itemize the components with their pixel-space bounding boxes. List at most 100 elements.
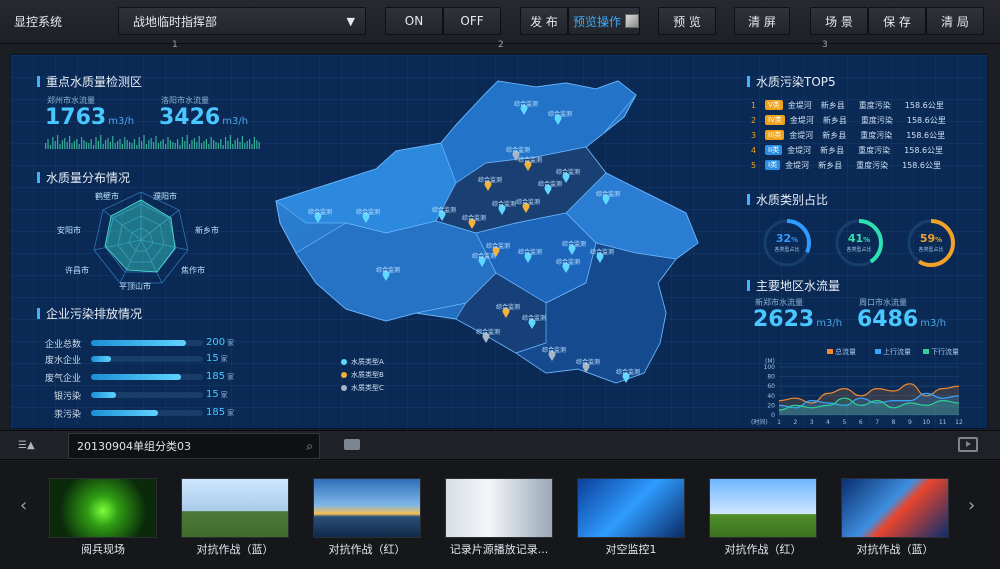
chart-xtick: 5 (843, 419, 847, 425)
map-marker-label: 综合监测 (548, 111, 573, 118)
chart-xlabel: (时间) (751, 418, 768, 425)
radar-label-xinxiang: 新乡市 (195, 226, 219, 235)
gallery-caption: 对抗作战（红） (724, 543, 802, 556)
chart-ytick: 40 (767, 393, 775, 400)
chart-xtick: 10 (922, 419, 930, 425)
map-marker-label: 综合监测 (518, 249, 543, 256)
preview-thumbnail-icon (625, 14, 639, 28)
search-box[interactable]: 20130904单组分类03 ⌕ (68, 433, 320, 459)
chart-ytick: 80 (767, 374, 775, 381)
top5-county: 新乡县 (818, 160, 843, 170)
top5-level: 重度污染 (860, 130, 893, 140)
command-post-select[interactable]: 战地临时指挥部 ▼ (118, 7, 366, 35)
gallery-thumbnail[interactable] (709, 478, 817, 538)
map-marker-label: 综合监测 (492, 201, 517, 208)
preview-operation-label: 预览操作 (573, 14, 622, 29)
map-marker-label: 综合监测 (506, 147, 531, 154)
gallery-thumbnail[interactable] (313, 478, 421, 538)
on-button[interactable]: ON (385, 7, 443, 35)
map-marker-label: 综合监测 (514, 101, 539, 108)
command-post-select-value: 战地临时指挥部 (133, 14, 218, 29)
emission-bar (91, 356, 203, 362)
chart-xtick: 11 (939, 419, 947, 425)
share-label: 各类型占比 (774, 247, 800, 253)
top5-rank: 2 (751, 115, 757, 125)
app-title: 显控系统 (14, 15, 63, 29)
gallery-next-icon[interactable]: › (968, 495, 975, 516)
gallery-thumbnail[interactable] (445, 478, 553, 538)
share-value: 59% (919, 232, 943, 245)
gallery-thumbnail[interactable] (841, 478, 949, 538)
search-icon[interactable]: ⌕ (306, 439, 313, 454)
map-marker-label: 综合监测 (562, 241, 587, 248)
gallery-caption: 对抗作战（蓝） (856, 543, 934, 556)
top5-river: 金堤河 (787, 100, 812, 110)
map-marker-label: 综合监测 (478, 177, 503, 184)
preview-operation-button[interactable]: 预览操作 (568, 7, 640, 35)
save-button[interactable]: 保 存 (868, 7, 926, 35)
radar-label-jiaozuo: 焦作市 (181, 266, 205, 275)
preview-button[interactable]: 预 览 (658, 7, 716, 35)
gallery-thumbnail[interactable] (577, 478, 685, 538)
map-marker-label: 综合监测 (308, 209, 333, 216)
gallery-thumbnail[interactable] (181, 478, 289, 538)
top5-rank: 1 (751, 100, 757, 110)
region1-value: 2623 m3/h (753, 307, 843, 332)
search-input[interactable]: 20130904单组分类03 (77, 438, 191, 454)
top5-tag: III类 (765, 130, 785, 140)
off-button[interactable]: OFF (443, 7, 501, 35)
top5-rank: 5 (751, 160, 757, 170)
marker-1: 1 (172, 40, 178, 50)
top5-river: 金堤河 (785, 160, 810, 170)
top5-row[interactable]: 1 V类 金堤河 新乡县 重度污染 158.6公里 (751, 99, 966, 111)
radar-chart (93, 191, 189, 284)
share-value: 32% (775, 232, 799, 245)
emission-label: 废气企业 (44, 374, 81, 384)
region2-value: 6486 m3/h (857, 307, 947, 332)
emission-value: 185 家 (206, 371, 235, 382)
top5-tag: II类 (765, 145, 783, 155)
clear-screen-button[interactable]: 清 屏 (734, 7, 790, 35)
top5-title: 水质污染TOP5 (747, 73, 836, 90)
video-camera-icon[interactable] (344, 439, 360, 450)
chart-ytick: 0 (771, 412, 775, 419)
gallery-caption: 对抗作战（蓝） (196, 543, 274, 556)
share-title: 水质类别占比 (747, 191, 828, 208)
share-label: 各类型占比 (918, 247, 944, 253)
emission-label: 汞污染 (53, 410, 81, 420)
clear-layout-button[interactable]: 清 局 (926, 7, 984, 35)
bottom-toolbar: ☰▲ 20130904单组分类03 ⌕ (0, 430, 1000, 460)
top5-row[interactable]: 2 IV类 金堤河 新乡县 重度污染 158.6公里 (751, 114, 966, 126)
dashboard-preview[interactable]: 重点水质量检测区 郑州市水流量 1763 m3/h 洛阳市水流量 3426 m3/h… (10, 54, 988, 429)
chart-xtick: 3 (810, 419, 814, 425)
top-toolbar: 显控系统 战地临时指挥部 ▼ 1 ON OFF 2 发 布 预览操作 预 览 清… (0, 0, 1000, 50)
map-marker-label: 综合监测 (522, 315, 547, 322)
top5-value: 158.6公里 (906, 130, 946, 140)
map-marker-label: 综合监测 (518, 157, 543, 164)
radar-label-pingdingshan: 平顶山市 (119, 282, 151, 291)
chart-xtick: 4 (826, 419, 830, 425)
map-marker-label: 综合监测 (376, 267, 401, 274)
screen-preview-icon[interactable] (958, 437, 978, 452)
monitor-title: 重点水质量检测区 (37, 73, 142, 90)
top5-value: 158.6公里 (902, 160, 941, 170)
scene-button[interactable]: 场 景 (810, 7, 868, 35)
map-legend-item: 水质类型B (341, 370, 384, 380)
gallery-prev-icon[interactable]: ‹ (20, 495, 27, 516)
top5-level: 重度污染 (858, 145, 891, 155)
publish-button[interactable]: 发 布 (520, 7, 568, 35)
map-marker-label: 综合监测 (516, 199, 541, 206)
list-toggle-icon[interactable]: ☰▲ (18, 440, 35, 451)
map-marker-label: 综合监测 (538, 181, 563, 188)
top5-row[interactable]: 4 II类 金堤河 新乡县 重度污染 158.6公里 (751, 144, 966, 156)
gallery-thumbnail[interactable] (49, 478, 157, 538)
top5-row[interactable]: 3 III类 金堤河 新乡县 重度污染 158.6公里 (751, 129, 966, 141)
luoyang-value: 3426 m3/h (159, 105, 249, 130)
legend-pin-icon (341, 385, 347, 391)
top5-row[interactable]: 5 I类 金堤河 新乡县 重度污染 158.6公里 (751, 159, 966, 171)
map-marker-label: 综合监测 (472, 253, 497, 260)
top5-rank: 3 (751, 130, 757, 140)
top5-county: 新乡县 (822, 115, 847, 125)
top5-county: 新乡县 (822, 130, 847, 140)
legend-pin-icon (341, 359, 347, 365)
